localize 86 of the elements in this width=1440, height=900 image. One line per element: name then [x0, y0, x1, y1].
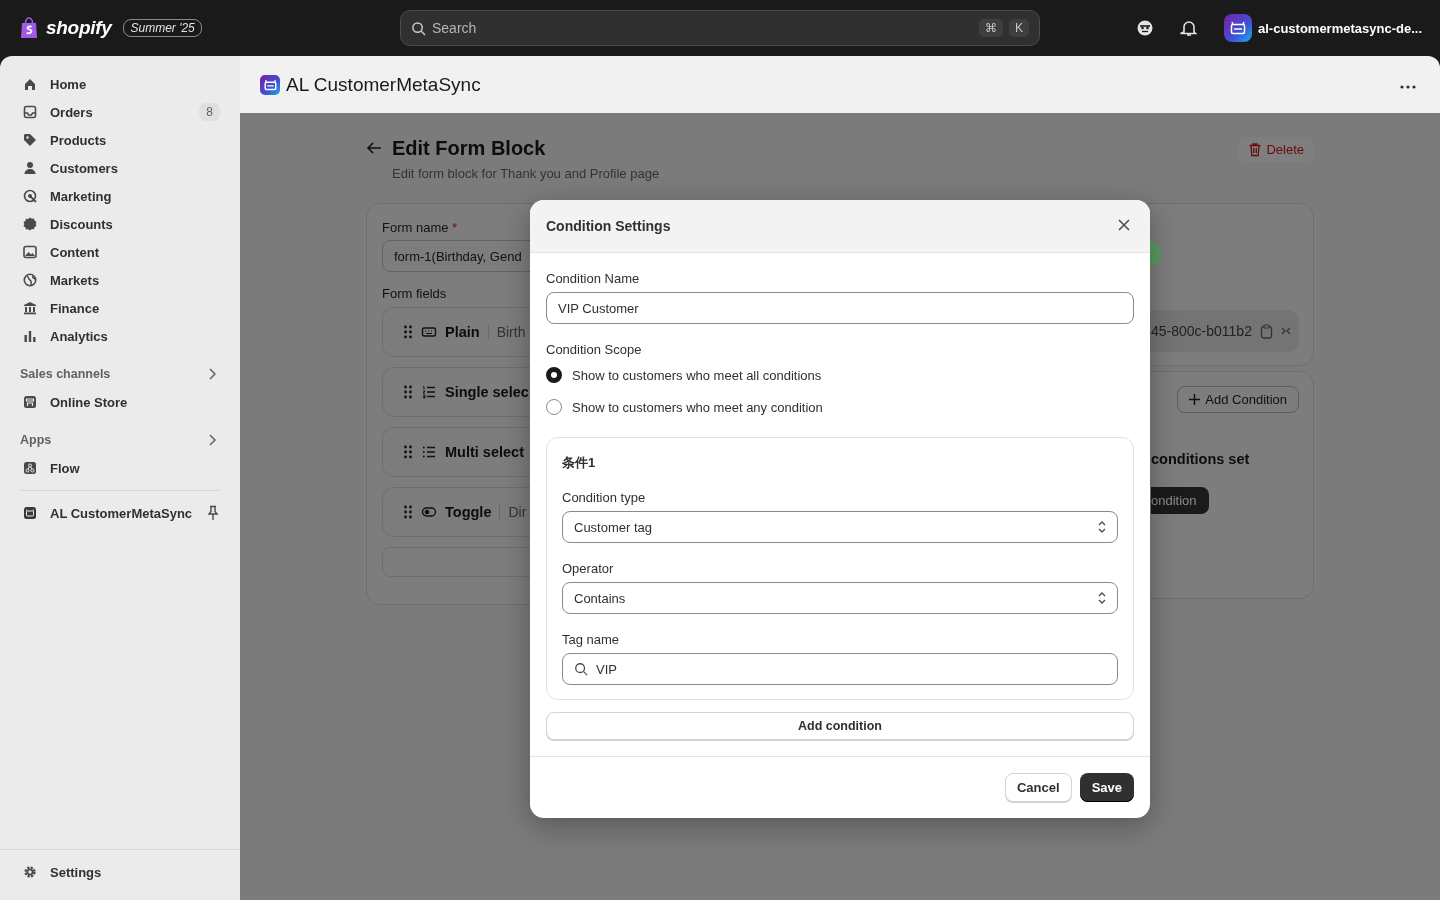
toggle-icon	[421, 504, 437, 520]
add-condition-button[interactable]: Add condition	[546, 712, 1134, 740]
nodes-icon	[22, 460, 38, 476]
store-menu[interactable]: al-customermetasync-de...	[1224, 14, 1422, 42]
nav-item[interactable]: Content	[12, 238, 228, 266]
keyboard-icon	[421, 324, 437, 340]
field-label: Operator	[562, 561, 615, 576]
cancel-button[interactable]: Cancel	[1005, 773, 1072, 802]
target-icon	[22, 188, 38, 204]
select-arrows-icon	[1098, 592, 1106, 604]
dialog-title: Condition Settings	[546, 218, 671, 234]
bell-icon[interactable]	[1180, 19, 1198, 37]
condition-title: 条件1	[562, 454, 597, 472]
nav-item[interactable]: Online Store	[12, 388, 228, 416]
tag-icon	[22, 132, 38, 148]
nav-item[interactable]: Markets	[12, 266, 228, 294]
page-subtitle: Edit form block for Thank you and Profile page	[392, 166, 661, 181]
gear-icon	[22, 864, 38, 880]
save-button[interactable]: Save	[1079, 773, 1134, 802]
tag-search-field[interactable]: VIP	[562, 653, 1118, 685]
nav-item[interactable]: AL CustomerMetaSync	[12, 499, 228, 527]
chevron-right-icon	[208, 368, 216, 380]
chevron-right-icon	[208, 434, 216, 446]
add-condition-button[interactable]: Add Condition	[1177, 386, 1299, 413]
discount-icon	[22, 216, 38, 232]
field-label: Condition Name	[546, 271, 641, 286]
bank-icon	[22, 300, 38, 316]
image-icon	[22, 244, 38, 260]
app-icon	[22, 505, 38, 521]
select-arrows-icon	[1098, 521, 1106, 533]
select-field[interactable]: Customer tag	[562, 511, 1118, 543]
pin-icon[interactable]	[206, 505, 220, 521]
drag-handle-icon[interactable]	[403, 445, 413, 459]
field-label: Tag name	[562, 632, 621, 647]
store-avatar-icon	[1224, 14, 1252, 42]
nav-item[interactable]: Products	[12, 126, 228, 154]
plus-icon	[1189, 394, 1201, 405]
drag-handle-icon[interactable]	[403, 385, 413, 399]
trash-icon	[1248, 142, 1263, 157]
nav-item[interactable]: Marketing	[12, 182, 228, 210]
house-icon	[22, 76, 38, 92]
nav-item[interactable]: Flow	[12, 454, 228, 482]
nav-item[interactable]: Settings	[12, 858, 228, 886]
select-field[interactable]: Contains	[562, 582, 1118, 614]
nav-item[interactable]: Finance	[12, 294, 228, 322]
drag-handle-icon[interactable]	[403, 325, 413, 339]
radio-label: Show to customers who meet any condition	[572, 399, 823, 415]
empty-state-title: conditions set	[1151, 451, 1250, 467]
section-heading[interactable]: Sales channels	[20, 367, 111, 381]
storefront-icon	[22, 394, 38, 410]
shopping-bag-icon	[20, 17, 38, 39]
app-title: AL CustomerMetaSync	[286, 73, 482, 96]
field-label: Condition type	[562, 490, 647, 505]
nav-item[interactable]: Orders 8	[12, 98, 228, 126]
brand-name: shopify	[46, 17, 112, 39]
search-field[interactable]: Search ⌘ K	[400, 10, 1040, 46]
clipboard-icon[interactable]	[1259, 323, 1273, 339]
globe-icon	[22, 272, 38, 288]
page-title: Edit Form Block	[392, 137, 547, 160]
list-icon	[421, 444, 437, 460]
radio-label: Show to customers who meet all conditions	[572, 367, 822, 383]
app-logo-icon	[260, 74, 280, 95]
count-badge: 8	[199, 103, 220, 121]
search-icon	[411, 20, 426, 36]
shortcut-key: K	[1009, 19, 1029, 37]
numbered-list-icon	[421, 384, 437, 400]
search-icon	[574, 662, 588, 676]
shortcut-key: ⌘	[979, 19, 1003, 37]
drag-handle-icon[interactable]	[403, 505, 413, 519]
add-condition-button[interactable]: ondition	[1151, 487, 1209, 514]
field-label: Form fields	[382, 286, 448, 301]
edition-badge: Summer '25	[123, 19, 202, 37]
radio-button[interactable]	[546, 367, 562, 383]
section-heading[interactable]: Apps	[20, 433, 52, 447]
nav-item[interactable]: Customers	[12, 154, 228, 182]
field-label: Condition Scope	[546, 342, 643, 357]
arrows-icon[interactable]	[1280, 325, 1291, 337]
bar-chart-icon	[22, 328, 38, 344]
radio-button[interactable]	[546, 399, 562, 415]
inbox-icon	[22, 104, 38, 120]
nav-item[interactable]: Analytics	[12, 322, 228, 350]
nav-item[interactable]: Home	[12, 70, 228, 98]
condition-name-field[interactable]: VIP Customer	[546, 292, 1134, 324]
nav-item[interactable]: Discounts	[12, 210, 228, 238]
person-icon	[22, 160, 38, 176]
face-icon[interactable]	[1136, 19, 1154, 37]
